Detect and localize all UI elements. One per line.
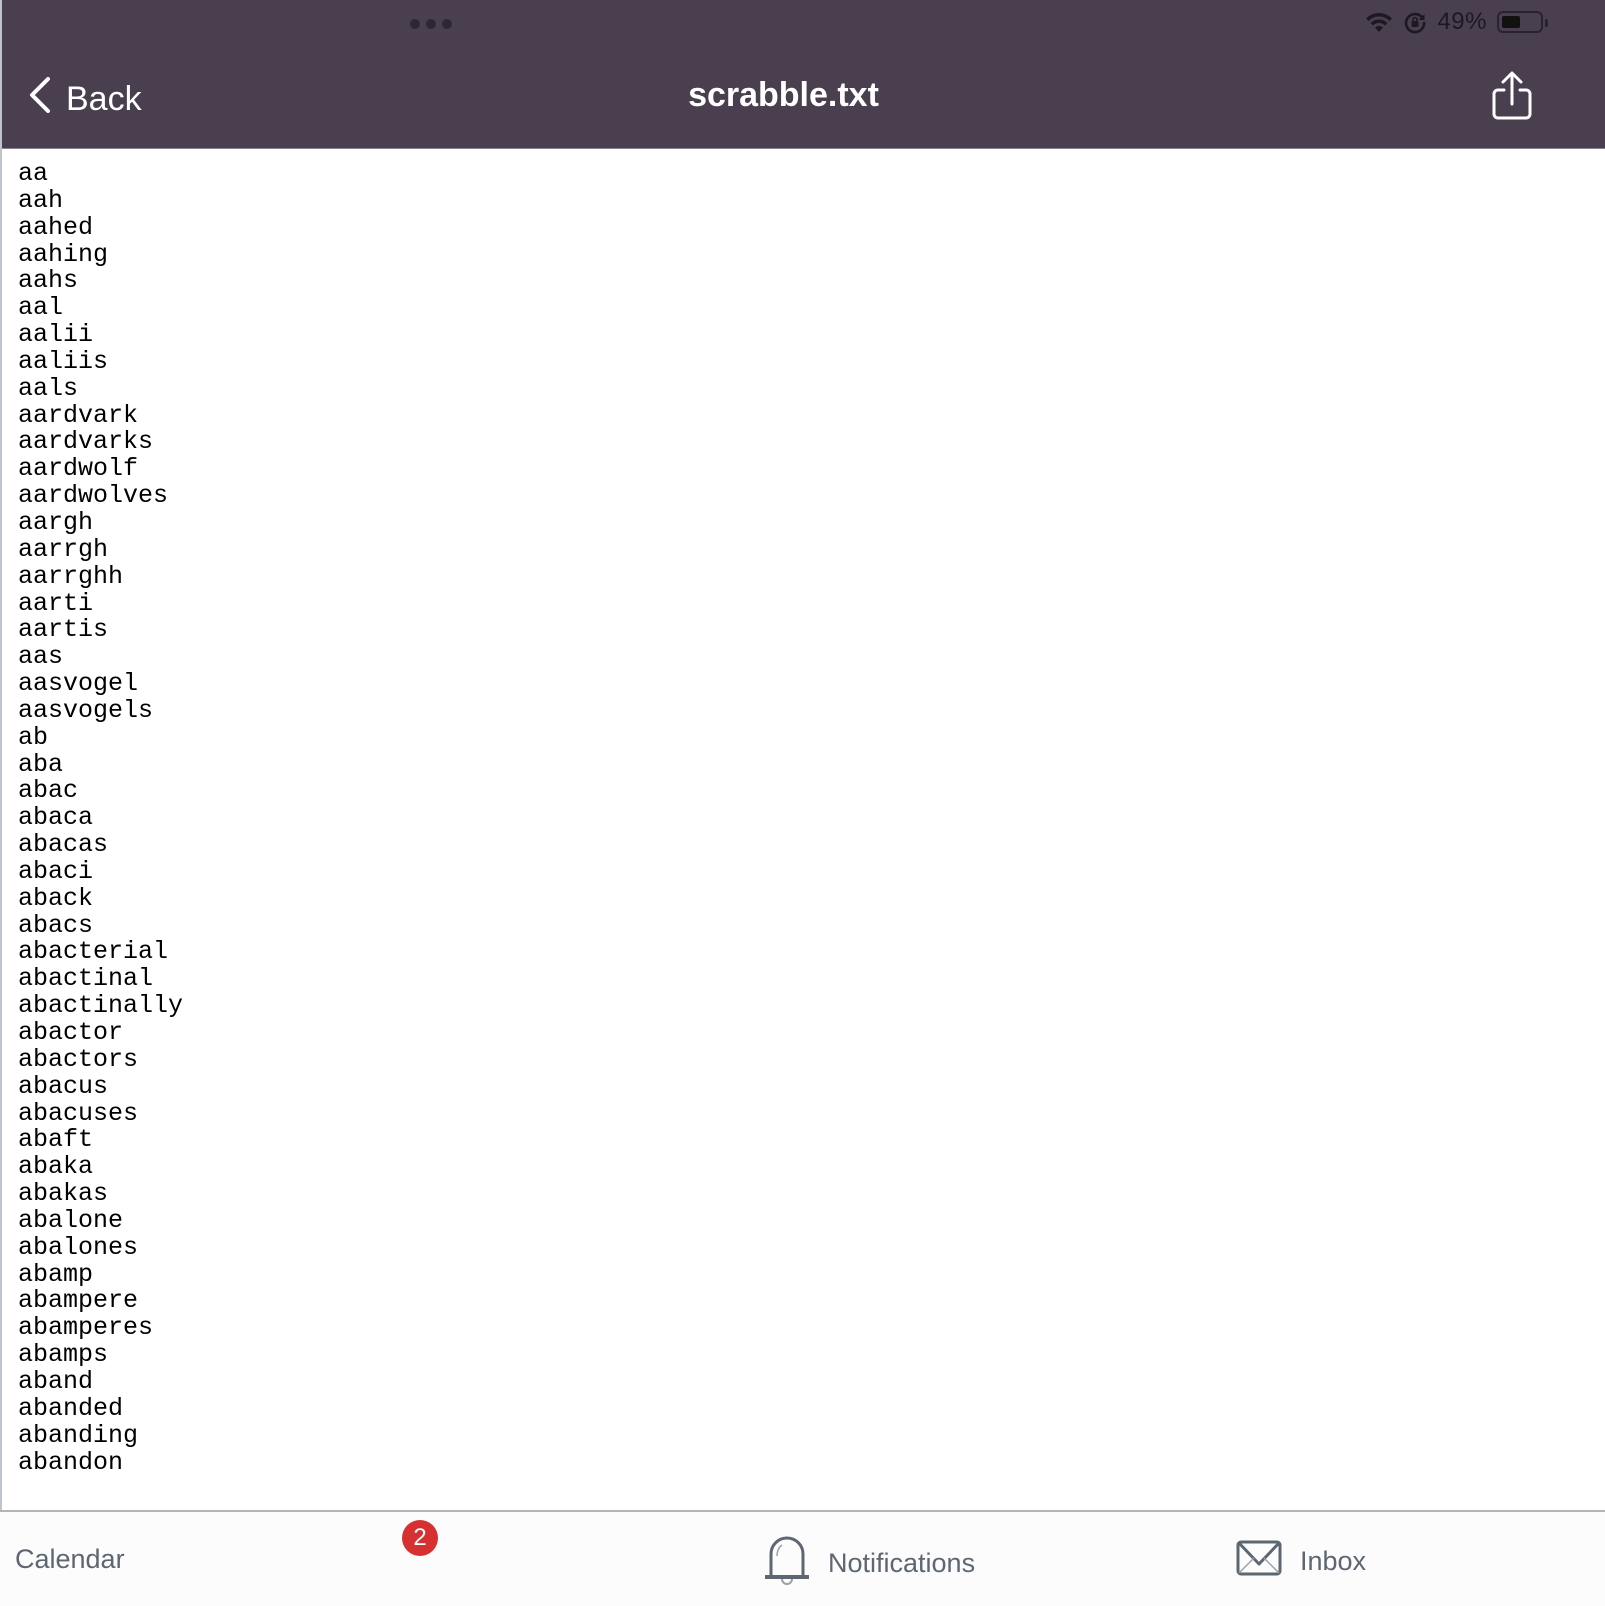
word-line: abamp [18, 1259, 94, 1289]
word-line: abacas [18, 830, 109, 860]
wifi-icon [1365, 11, 1393, 33]
word-line: aardvark [18, 400, 139, 430]
tab-notifications-label: Notifications [828, 1548, 976, 1578]
share-button[interactable] [1490, 70, 1534, 122]
multitasking-handle[interactable] [410, 19, 452, 29]
word-line: abactor [18, 1018, 124, 1047]
word-line: abandon [18, 1447, 124, 1477]
word-line: aardvarks [18, 427, 154, 457]
word-line: aal [18, 293, 64, 323]
share-icon [1490, 71, 1534, 126]
tab-bar: Calendar 2 Notifications Inbox [0, 1510, 1605, 1606]
bell-icon [764, 1534, 810, 1593]
word-line: abamperes [18, 1313, 154, 1343]
dot [442, 19, 452, 29]
word-line: aarrghh [18, 561, 124, 591]
word-line: aaliis [18, 346, 109, 376]
page-title: scrabble.txt [688, 76, 879, 114]
word-line: aahing [18, 239, 109, 269]
word-line: abaci [18, 856, 94, 886]
word-line: aardwolves [18, 481, 169, 511]
word-line: abacuses [18, 1098, 139, 1128]
status-indicators: 49% [1365, 8, 1548, 36]
word-line: abactinally [18, 991, 184, 1021]
word-line: aahed [18, 212, 94, 242]
battery-level [1502, 16, 1520, 28]
word-line: ab [18, 722, 49, 752]
word-line: abaka [18, 1152, 94, 1182]
dot [426, 19, 436, 29]
word-line: abactors [18, 1044, 139, 1074]
word-line: abanded [18, 1393, 124, 1423]
word-line: abamps [18, 1340, 109, 1370]
word-line: aback [18, 883, 94, 913]
envelope-icon [1236, 1540, 1282, 1583]
word-line: aarrgh [18, 534, 109, 564]
word-line: abacus [18, 1071, 109, 1101]
screen: 49% Back scrabble.txt aa aah aahed aahin… [0, 0, 1605, 1606]
tab-calendar[interactable]: Calendar [15, 1544, 125, 1575]
orientation-lock-icon [1403, 10, 1427, 34]
word-line: aalii [18, 320, 94, 350]
word-line: aasvogels [18, 695, 154, 725]
word-line: aargh [18, 507, 94, 537]
word-line: aahs [18, 266, 79, 296]
status-bar: 49% [2, 0, 1605, 48]
battery-percentage: 49% [1437, 8, 1487, 35]
word-line: aah [18, 185, 64, 215]
word-line: aband [18, 1366, 94, 1396]
word-line: abacs [18, 910, 94, 940]
navigation-bar: Back scrabble.txt [2, 48, 1605, 148]
word-line: abaca [18, 803, 94, 833]
file-content[interactable]: aa aah aahed aahing aahs aal aalii aaliis aals aa… [2, 149, 1605, 1510]
word-line: abanding [18, 1420, 139, 1450]
word-line: abac [18, 776, 79, 806]
word-line: abacterial [18, 937, 169, 967]
word-line: abakas [18, 1179, 109, 1209]
word-line: abactinal [18, 964, 154, 994]
word-line: aa [18, 159, 49, 188]
word-list: aa aah aahed aahing aahs aal aalii aaliis aals aa… [2, 149, 1605, 1476]
word-line: abalone [18, 1205, 124, 1235]
word-line: abampere [18, 1286, 139, 1316]
battery-icon [1497, 11, 1548, 33]
word-line: aas [18, 642, 64, 672]
tab-inbox[interactable]: Inbox [1236, 1540, 1366, 1583]
word-line: aarti [18, 588, 94, 618]
dot [410, 19, 420, 29]
tab-notifications[interactable]: Notifications [764, 1534, 975, 1593]
word-line: aardwolf [18, 454, 139, 484]
word-line: abalones [18, 1232, 139, 1262]
word-line: aasvogel [18, 669, 139, 699]
word-line: aba [18, 749, 64, 779]
word-line: abaft [18, 1125, 94, 1155]
word-line: aartis [18, 615, 109, 645]
header: 49% Back scrabble.txt [2, 0, 1605, 149]
tab-inbox-label: Inbox [1300, 1546, 1367, 1576]
tab-calendar-label: Calendar [15, 1544, 125, 1574]
notification-badge: 2 [402, 1520, 438, 1556]
word-line: aals [18, 373, 79, 403]
battery-nub [1545, 19, 1548, 27]
